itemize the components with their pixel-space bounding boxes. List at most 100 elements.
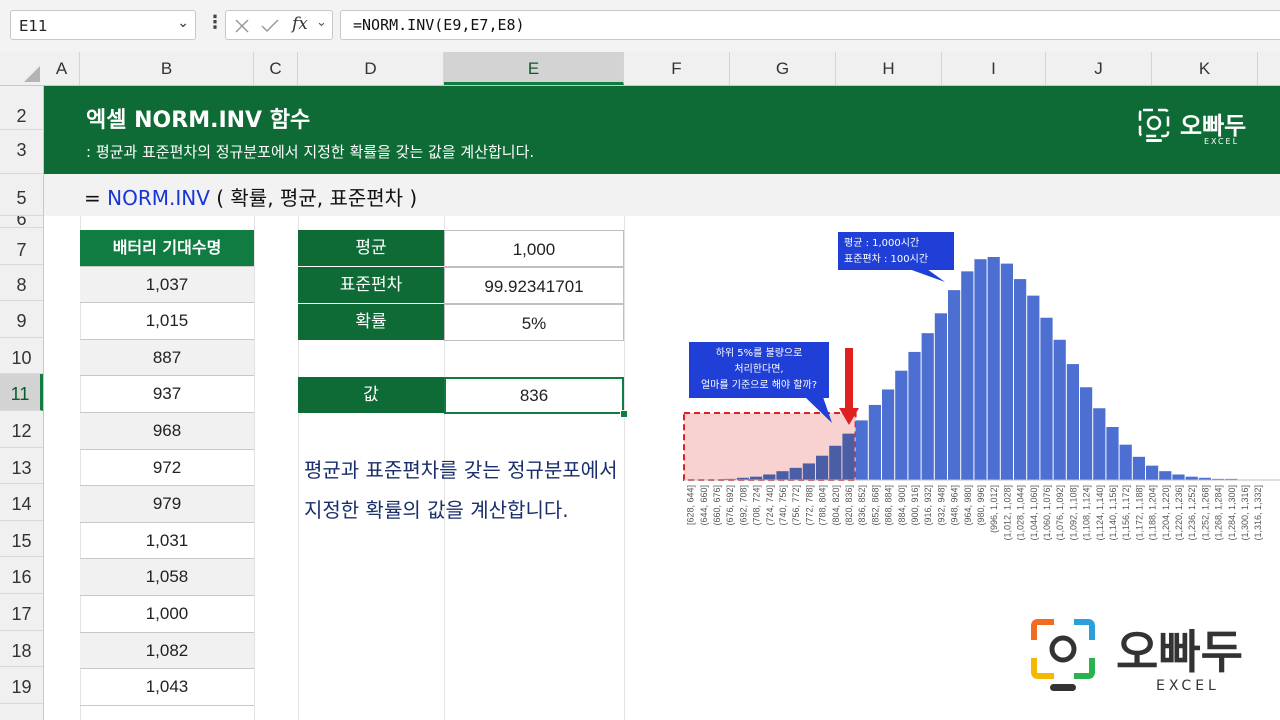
x-tick-label: (1,220, 1,236] [1174, 485, 1184, 541]
row-header-10[interactable]: 10 [0, 338, 43, 375]
fill-handle[interactable] [620, 410, 628, 418]
sd-label[interactable]: 표준편차 [298, 267, 444, 304]
sd-value[interactable]: 99.92341701 [444, 267, 624, 304]
table-cell[interactable]: 1,043 [80, 669, 254, 706]
column-header-i[interactable]: I [942, 52, 1046, 85]
column-header-e[interactable]: E [444, 52, 624, 85]
table-cell[interactable]: 1,082 [80, 632, 254, 670]
column-header-b[interactable]: B [80, 52, 254, 85]
histogram-bar [776, 471, 789, 480]
cancel-icon[interactable] [234, 18, 250, 34]
column-headers: A B C D E F G H I J K [0, 52, 1280, 86]
x-tick-label: (660, 676] [712, 485, 722, 526]
row-header-11[interactable]: 11 [0, 374, 43, 411]
column-header-g[interactable]: G [730, 52, 836, 85]
table-cell[interactable]: 1,015 [80, 303, 254, 340]
camera-logo-icon [1031, 619, 1095, 691]
histogram-bar [961, 271, 974, 480]
row-header-19[interactable]: 19 [0, 667, 43, 704]
histogram-chart[interactable]: [628, 644] (644, 660] (660, 676] (676, 692]… [677, 225, 1280, 560]
column-header-a[interactable]: A [44, 52, 80, 85]
name-box[interactable]: E11 ⌄ [10, 10, 196, 40]
insert-function-icon[interactable]: fx [292, 14, 308, 34]
table-cell[interactable]: 1,000 [80, 596, 254, 633]
histogram-bar [895, 370, 908, 480]
logo-subtext: EXCEL [1156, 678, 1220, 694]
gridline [624, 216, 625, 720]
histogram-bar [829, 445, 842, 480]
column-header-j[interactable]: J [1046, 52, 1152, 85]
row-header-17[interactable]: 17 [0, 594, 43, 631]
prob-label[interactable]: 확률 [298, 304, 444, 341]
row-header-3[interactable]: 3 [0, 130, 43, 174]
chevron-down-icon[interactable]: ⌄ [316, 15, 327, 30]
row-header-15[interactable]: 15 [0, 521, 43, 558]
prob-value[interactable]: 5% [444, 304, 624, 341]
row-header-6[interactable]: 6 [0, 216, 43, 228]
x-tick-label: (1,156, 1,172] [1121, 485, 1131, 541]
x-tick-label: (1,044, 1,060] [1029, 485, 1039, 541]
histogram-bar [802, 463, 815, 480]
column-header-f[interactable]: F [624, 52, 730, 85]
brand-logo: 오빠두 EXCEL [1138, 106, 1258, 150]
x-tick-label: (724, 740] [765, 485, 775, 526]
select-all-corner-icon[interactable] [24, 66, 40, 82]
histogram-bar [1146, 465, 1159, 480]
row-header-8[interactable]: 8 [0, 265, 43, 302]
table-cell[interactable]: 1,031 [80, 523, 254, 560]
histogram-bar [1119, 444, 1132, 480]
row-header-5[interactable]: 5 [0, 174, 43, 216]
x-tick-label: (772, 788] [804, 485, 814, 526]
chevron-down-icon[interactable]: ⌄ [177, 15, 189, 31]
result-label[interactable]: 값 [298, 377, 444, 414]
histogram-bar [1066, 364, 1079, 480]
table-cell[interactable]: 887 [80, 339, 254, 377]
table-cell[interactable]: 968 [80, 412, 254, 450]
histogram-bar [1093, 408, 1106, 480]
description-line-1: 평균과 표준편차를 갖는 정규분포에서 [304, 458, 618, 482]
x-tick-label: (852, 868] [870, 485, 880, 526]
x-tick-label: (1,284, 1,300] [1227, 485, 1237, 541]
row-header-18[interactable]: 18 [0, 631, 43, 668]
table-cell[interactable]: 937 [80, 376, 254, 413]
histogram-bar [842, 433, 855, 480]
callout-line: 처리한다면, [734, 364, 784, 375]
result-value-cell[interactable]: 836 [444, 377, 624, 414]
enter-check-icon[interactable] [261, 18, 279, 34]
camera-logo-icon [1138, 108, 1170, 142]
mean-value[interactable]: 1,000 [444, 230, 624, 267]
column-header-d[interactable]: D [298, 52, 444, 85]
x-tick-label: (676, 692] [725, 485, 735, 526]
more-options-icon[interactable]: ⋮ [206, 12, 224, 33]
row-header-9[interactable]: 9 [0, 301, 43, 338]
page-subtitle: : 평균과 표준편차의 정규분포에서 지정한 확률을 갖는 값을 계산합니다. [86, 143, 535, 161]
callout-line: 얼마를 기준으로 해야 할까? [700, 380, 818, 391]
row-header-2[interactable]: 2 [0, 86, 43, 130]
table-cell[interactable]: 1,058 [80, 559, 254, 596]
row-header-14[interactable]: 14 [0, 484, 43, 521]
row-header-13[interactable]: 13 [0, 448, 43, 485]
x-tick-label: (900, 916] [910, 485, 920, 526]
formula-input[interactable]: =NORM.INV(E9,E7,E8) [340, 10, 1280, 40]
table-header[interactable]: 배터리 기대수명 [80, 230, 254, 267]
table-cell[interactable]: 979 [80, 486, 254, 523]
row-header-16[interactable]: 16 [0, 557, 43, 594]
x-tick-label: (756, 772] [791, 485, 801, 526]
histogram-bar [1027, 295, 1040, 480]
column-header-c[interactable]: C [254, 52, 298, 85]
battery-table: 배터리 기대수명 1,037 1,015 887 937 968 972 979… [80, 230, 254, 706]
histogram-bar [1159, 471, 1172, 480]
column-header-h[interactable]: H [836, 52, 942, 85]
row-header-12[interactable]: 12 [0, 411, 43, 448]
histogram-bar [1106, 427, 1119, 480]
histogram-bar [934, 313, 947, 480]
x-tick-label: (1,060, 1,076] [1042, 485, 1052, 541]
mean-label[interactable]: 평균 [298, 230, 444, 267]
brand-logo-large: 오빠두 EXCEL [1030, 618, 1260, 698]
x-tick-label: (692, 708] [738, 485, 748, 526]
column-header-k[interactable]: K [1152, 52, 1258, 85]
row-header-7[interactable]: 7 [0, 228, 43, 265]
table-cell[interactable]: 1,037 [80, 266, 254, 304]
x-tick-label: (708, 724] [752, 485, 762, 526]
table-cell[interactable]: 972 [80, 450, 254, 487]
